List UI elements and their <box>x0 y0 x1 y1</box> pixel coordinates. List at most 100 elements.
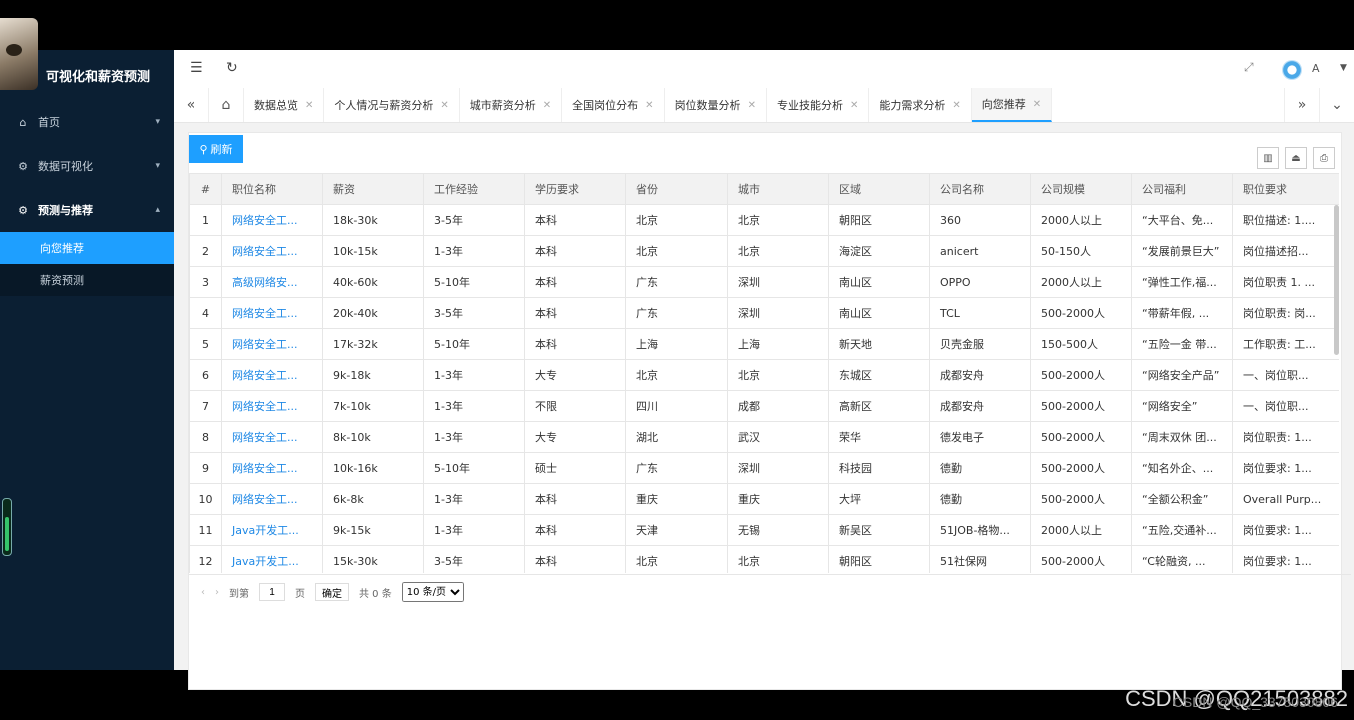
table-row[interactable]: 4 网络安全工... 20k-40k 3-5年 本科 广东 深圳 南山区 TCL 500-2000… <box>189 297 1339 329</box>
tab-city-salary[interactable]: 城市薪资分析 ✕ <box>460 88 563 122</box>
table-cell: 10 <box>189 483 222 515</box>
sidebar: 可视化和薪资预测 ⌂ 首页 ▾ ⚙ 数据可视化 ▾ ⚙ 预测与推荐 ▴ 向您推荐… <box>0 18 174 670</box>
table-cell: OPPO <box>929 266 1031 298</box>
refresh-icon[interactable]: ↻ <box>226 60 238 76</box>
table-row[interactable]: 11 Java开发工... 9k-15k 1-3年 本科 天津 无锡 新吴区 51JOB-格物.… <box>189 514 1339 546</box>
table-cell: 武汉 <box>727 421 829 453</box>
column-header[interactable]: 学历要求 <box>524 173 626 205</box>
table-row[interactable]: 12 Java开发工... 15k-30k 3-5年 本科 北京 北京 朝阳区 51社保网 500… <box>189 545 1339 573</box>
next-page-icon[interactable]: › <box>215 587 219 598</box>
column-header[interactable]: # <box>189 173 222 205</box>
close-icon[interactable]: ✕ <box>305 100 313 111</box>
job-title-link[interactable]: 网络安全工... <box>221 483 323 515</box>
table-cell: “五险,交通补... <box>1131 514 1233 546</box>
page-size-select[interactable]: 10 条/页 <box>401 582 464 602</box>
tabs-menu-chevron-icon[interactable]: ⌄ <box>1319 88 1354 122</box>
column-header[interactable]: 城市 <box>727 173 829 205</box>
page-number-input[interactable] <box>259 583 285 601</box>
confirm-page-button[interactable]: 确定 <box>315 583 349 601</box>
prev-page-icon[interactable]: ‹ <box>201 587 205 598</box>
job-title-link[interactable]: 网络安全工... <box>221 421 323 453</box>
table-row[interactable]: 7 网络安全工... 7k-10k 1-3年 不限 四川 成都 高新区 成都安舟 500-2000… <box>189 390 1339 422</box>
column-header[interactable]: 公司规模 <box>1030 173 1132 205</box>
table-cell: TCL <box>929 297 1031 329</box>
export-icon[interactable]: ⏏ <box>1285 147 1307 169</box>
close-icon[interactable]: ✕ <box>748 100 756 111</box>
table-cell: 6k-8k <box>322 483 424 515</box>
table-cell: 无锡 <box>727 514 829 546</box>
close-icon[interactable]: ✕ <box>543 100 551 111</box>
table-cell: 3-5年 <box>423 545 525 573</box>
job-title-link[interactable]: 网络安全工... <box>221 297 323 329</box>
sidebar-subitem-salary-predict[interactable]: 薪资预测 <box>0 264 174 296</box>
sidebar-item-visualization[interactable]: ⚙ 数据可视化 ▾ <box>0 144 174 188</box>
table-header-row: # 职位名称 薪资 工作经验 学历要求 省份 城市 区域 公司名称 公司规模 公司福利 职位要求 <box>189 173 1339 205</box>
column-header[interactable]: 区域 <box>828 173 930 205</box>
tab-recommend[interactable]: 向您推荐 ✕ <box>971 88 1053 122</box>
close-icon[interactable]: ✕ <box>645 100 653 111</box>
fullscreen-icon[interactable]: ⤢ <box>1244 60 1254 75</box>
sidebar-item-home[interactable]: ⌂ 首页 ▾ <box>0 100 174 144</box>
table-row[interactable]: 1 网络安全工... 18k-30k 3-5年 本科 北京 北京 朝阳区 360 2000人以上 “… <box>189 204 1339 236</box>
table-cell: 广东 <box>625 297 728 329</box>
tab-skill-analysis[interactable]: 专业技能分析 ✕ <box>767 88 870 122</box>
table-row[interactable]: 9 网络安全工... 10k-16k 5-10年 硕士 广东 深圳 科技园 德勤 500-2000… <box>189 452 1339 484</box>
table-cell: “全额公积金” <box>1131 483 1233 515</box>
column-filter-icon[interactable]: ▥ <box>1257 147 1279 169</box>
table-cell: 成都安舟 <box>929 359 1031 391</box>
tab-personal-salary[interactable]: 个人情况与薪资分析 ✕ <box>324 88 460 122</box>
job-title-link[interactable]: 网络安全工... <box>221 390 323 422</box>
tab-data-overview[interactable]: 数据总览 ✕ <box>244 88 325 122</box>
table-cell: 重庆 <box>625 483 728 515</box>
job-title-link[interactable]: 高级网络安... <box>221 266 323 298</box>
home-tab-icon[interactable]: ⌂ <box>209 88 244 122</box>
column-header[interactable]: 工作经验 <box>423 173 525 205</box>
sidebar-item-predict-recommend[interactable]: ⚙ 预测与推荐 ▴ <box>0 188 174 232</box>
table-row[interactable]: 5 网络安全工... 17k-32k 5-10年 本科 上海 上海 新天地 贝壳金服 150-50… <box>189 328 1339 360</box>
job-title-link[interactable]: Java开发工... <box>221 545 323 573</box>
table-cell: 北京 <box>727 235 829 267</box>
column-header[interactable]: 公司名称 <box>929 173 1031 205</box>
column-header[interactable]: 省份 <box>625 173 728 205</box>
column-header[interactable]: 职位名称 <box>221 173 323 205</box>
table-row[interactable]: 2 网络安全工... 10k-15k 1-3年 本科 北京 北京 海淀区 anicert 50-1… <box>189 235 1339 267</box>
table-cell: 北京 <box>727 204 829 236</box>
close-icon[interactable]: ✕ <box>1033 99 1041 110</box>
table-row[interactable]: 3 高级网络安... 40k-60k 5-10年 本科 广东 深圳 南山区 OPPO 2000人以… <box>189 266 1339 298</box>
column-header[interactable]: 公司福利 <box>1131 173 1233 205</box>
print-icon[interactable]: ⎙ <box>1313 147 1335 169</box>
job-title-link[interactable]: 网络安全工... <box>221 235 323 267</box>
close-icon[interactable]: ✕ <box>440 100 448 111</box>
tabs-scroll-right-icon[interactable]: » <box>1284 88 1319 122</box>
column-header[interactable]: 职位要求 <box>1232 173 1339 205</box>
tab-job-count[interactable]: 岗位数量分析 ✕ <box>665 88 767 122</box>
table-cell: 上海 <box>625 328 728 360</box>
data-table: # 职位名称 薪资 工作经验 学历要求 省份 城市 区域 公司名称 公司规模 公司福利 职位要求 1网… <box>189 173 1339 573</box>
job-title-link[interactable]: 网络安全工... <box>221 359 323 391</box>
refresh-button[interactable]: ⚲ 刷新 <box>189 135 243 163</box>
job-title-link[interactable]: 网络安全工... <box>221 204 323 236</box>
tab-ability-analysis[interactable]: 能力需求分析 ✕ <box>869 88 972 122</box>
table-cell: 50-150人 <box>1030 235 1132 267</box>
close-icon[interactable]: ✕ <box>952 100 960 111</box>
avatar[interactable] <box>1282 60 1302 80</box>
volume-slider[interactable] <box>2 498 12 556</box>
close-icon[interactable]: ✕ <box>850 100 858 111</box>
table-row[interactable]: 6 网络安全工... 9k-18k 1-3年 大专 北京 北京 东城区 成都安舟 500-2000… <box>189 359 1339 391</box>
table-cell: 51社保网 <box>929 545 1031 573</box>
table-cell: 职位描述: 1.... <box>1232 204 1339 236</box>
job-title-link[interactable]: Java开发工... <box>221 514 323 546</box>
column-header[interactable]: 薪资 <box>322 173 424 205</box>
collapse-menu-icon[interactable]: ☰ <box>190 60 203 76</box>
job-title-link[interactable]: 网络安全工... <box>221 328 323 360</box>
table-row[interactable]: 8 网络安全工... 8k-10k 1-3年 大专 湖北 武汉 荣华 德发电子 500-2000人… <box>189 421 1339 453</box>
tab-national-distribution[interactable]: 全国岗位分布 ✕ <box>562 88 665 122</box>
table-cell: 18k-30k <box>322 204 424 236</box>
tabs-scroll-left-icon[interactable]: « <box>174 88 209 122</box>
table-scrollbar[interactable] <box>1334 205 1339 355</box>
sidebar-subitem-recommend[interactable]: 向您推荐 <box>0 232 174 264</box>
user-name[interactable]: A <box>1312 62 1320 75</box>
job-title-link[interactable]: 网络安全工... <box>221 452 323 484</box>
chevron-down-icon[interactable]: ▼ <box>1340 63 1347 73</box>
table-row[interactable]: 10 网络安全工... 6k-8k 1-3年 本科 重庆 重庆 大坪 德勤 500-2000人 “全… <box>189 483 1339 515</box>
